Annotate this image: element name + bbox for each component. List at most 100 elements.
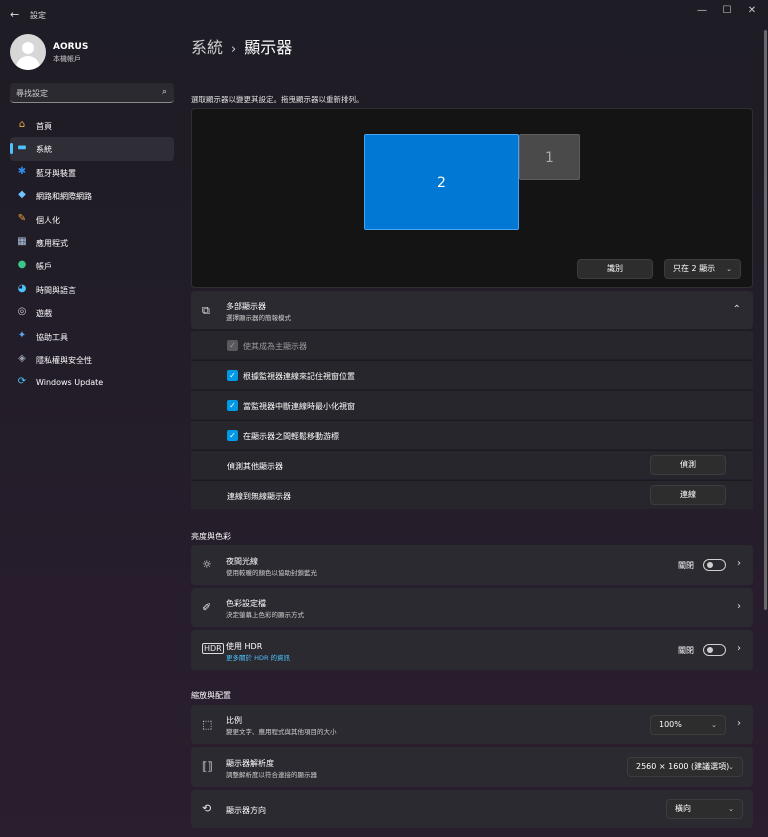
orientation-icon: ⟲	[202, 802, 212, 815]
sidebar-item-accessibility[interactable]: ✦ 協助工具	[10, 325, 174, 348]
wireless-display-row: 連線到無線顯示器 連線	[191, 480, 753, 509]
back-arrow-icon[interactable]: ←	[10, 8, 19, 21]
orientation-card[interactable]: ⟲ 顯示器方向 橫向 ⌄	[191, 790, 753, 828]
multiple-displays-title: 多部顯示器	[226, 302, 266, 311]
accessibility-icon: ✦	[17, 329, 27, 341]
wireless-display-label: 連線到無線顯示器	[227, 492, 291, 501]
resolution-card[interactable]: ⟦⟧ 顯示器解析度 調整解析度以符合連接的顯示器 2560 × 1600 (建議…	[191, 747, 753, 787]
ease-cursor-checkbox[interactable]: ✓	[227, 430, 238, 441]
breadcrumb: 系統 › 顯示器	[191, 34, 292, 58]
chevron-right-icon[interactable]: ›	[737, 718, 741, 729]
page-title: 顯示器	[244, 38, 293, 57]
sidebar-item-wifi[interactable]: ◆ 網路和網際網路	[10, 184, 174, 207]
close-button[interactable]: ✕	[742, 4, 762, 18]
chevron-right-icon[interactable]: ›	[737, 601, 741, 612]
sidebar-item-label: 帳戶	[36, 262, 52, 272]
orientation-title: 顯示器方向	[226, 806, 266, 815]
hdr-info-link[interactable]: 更多關於 HDR 的資訊	[226, 652, 290, 662]
night-light-subtitle: 使用較暖的顏色以協助封鎖藍光	[226, 569, 317, 577]
scale-title: 比例	[226, 716, 242, 725]
sidebar-item-gamepad[interactable]: ◎ 遊戲	[10, 301, 174, 324]
chevron-right-icon[interactable]: ›	[737, 558, 741, 569]
sidebar-item-account[interactable]: ● 帳戶	[10, 254, 174, 277]
minimize-windows-row[interactable]: ✓ 當監視器中斷連線時最小化視窗	[191, 390, 753, 419]
breadcrumb-chevron-icon: ›	[231, 42, 237, 57]
resolution-dropdown[interactable]: 2560 × 1600 (建議選項) ⌄	[627, 757, 743, 777]
chevron-right-icon[interactable]: ›	[737, 643, 741, 654]
hdr-icon: HDR	[202, 643, 224, 654]
scale-subtitle: 變更文字、應用程式與其他項目的大小	[226, 728, 337, 736]
orientation-dropdown[interactable]: 橫向 ⌄	[666, 799, 743, 819]
apps-icon: ▦	[17, 235, 27, 247]
toggle-knob	[707, 647, 713, 653]
sidebar-item-globe-clock[interactable]: ◕ 時間與語言	[10, 278, 174, 301]
sidebar-item-label: 應用程式	[36, 238, 68, 248]
settings-window: ← 設定 — ☐ ✕ AORUS 本機帳戶 尋找設定 ⌕ ⌂ 首頁 ▬ 系統 ✱ 藍牙與裝…	[0, 0, 768, 837]
ease-cursor-row[interactable]: ✓ 在顯示器之間輕鬆移動游標	[191, 420, 753, 449]
search-box[interactable]: 尋找設定 ⌕	[10, 83, 174, 103]
connect-button[interactable]: 連線	[650, 485, 726, 505]
sidebar-nav: ⌂ 首頁 ▬ 系統 ✱ 藍牙與裝置 ◆ 網路和網際網路 ✎ 個人化 ▦ 應用程式 ● 帳戶 ◕ 時間與語言 ◎ 遊…	[10, 114, 174, 395]
color-profile-card[interactable]: ✐ 色彩設定檔 決定螢幕上色彩的顯示方式 ›	[191, 588, 753, 627]
sidebar-item-label: 網路和網際網路	[36, 192, 92, 202]
sidebar-item-label: 協助工具	[36, 332, 68, 342]
hdr-card[interactable]: HDR 使用 HDR 更多關於 HDR 的資訊 關閉 ›	[191, 630, 753, 670]
detect-button[interactable]: 偵測	[650, 455, 726, 475]
monitor-2[interactable]: 2	[364, 134, 519, 230]
chevron-down-icon: ⌄	[728, 805, 734, 813]
sidebar-item-label: 個人化	[36, 215, 60, 225]
avatar[interactable]	[10, 34, 46, 70]
sidebar-item-brush[interactable]: ✎ 個人化	[10, 208, 174, 231]
detect-displays-row: 偵測其他顯示器 偵測	[191, 450, 753, 479]
night-light-card[interactable]: ☼ 夜間光線 使用較暖的顏色以協助封鎖藍光 關閉 ›	[191, 545, 753, 585]
display-mode-value: 只在 2 顯示	[673, 264, 716, 273]
make-main-label: 使其成為主顯示器	[243, 342, 307, 351]
maximize-button[interactable]: ☐	[717, 4, 737, 18]
chevron-down-icon: ⌄	[728, 763, 734, 771]
profile-account-type: 本機帳戶	[53, 55, 81, 63]
sidebar-item-update[interactable]: ⟳ Windows Update	[10, 371, 174, 394]
night-light-toggle[interactable]	[703, 559, 726, 571]
display-arrangement-canvas[interactable]: 2 1 識別 只在 2 顯示 ⌄	[191, 108, 753, 288]
ease-cursor-label: 在顯示器之間輕鬆移動游標	[243, 432, 339, 441]
identify-button[interactable]: 識別	[577, 259, 653, 279]
search-input[interactable]: 尋找設定	[16, 88, 48, 99]
resolution-value: 2560 × 1600 (建議選項)	[636, 762, 730, 771]
sidebar-item-shield[interactable]: ◈ 隱私權與安全性	[10, 348, 174, 371]
minimize-windows-label: 當監視器中斷連線時最小化視窗	[243, 402, 355, 411]
color-profile-subtitle: 決定螢幕上色彩的顯示方式	[226, 611, 304, 619]
hdr-toggle[interactable]	[703, 644, 726, 656]
display-mode-dropdown[interactable]: 只在 2 顯示 ⌄	[664, 259, 741, 279]
sidebar-item-label: 遊戲	[36, 309, 52, 319]
scale-icon: ⬚	[202, 718, 213, 731]
account-icon: ●	[17, 259, 27, 271]
sidebar-item-bluetooth[interactable]: ✱ 藍牙與裝置	[10, 161, 174, 184]
scale-section-heading: 縮放與配置	[191, 691, 231, 700]
resolution-icon: ⟦⟧	[202, 760, 213, 773]
sidebar-item-apps[interactable]: ▦ 應用程式	[10, 231, 174, 254]
night-light-state: 關閉	[678, 561, 694, 570]
detect-displays-label: 偵測其他顯示器	[227, 462, 283, 471]
sidebar-item-system[interactable]: ▬ 系統	[10, 137, 174, 161]
scrollbar[interactable]	[764, 30, 767, 610]
brightness-section-heading: 亮度與色彩	[191, 532, 231, 541]
breadcrumb-parent[interactable]: 系統	[191, 38, 223, 57]
chevron-down-icon: ⌄	[726, 265, 732, 273]
title-bar: ← 設定 — ☐ ✕	[0, 0, 768, 28]
toggle-knob	[707, 562, 713, 568]
minimize-windows-checkbox[interactable]: ✓	[227, 400, 238, 411]
chevron-up-icon[interactable]: ⌃	[733, 304, 741, 315]
remember-window-row[interactable]: ✓ 根據監視器連線來記住視窗位置	[191, 360, 753, 389]
night-light-title: 夜間光線	[226, 557, 258, 566]
sidebar-item-label: 時間與語言	[36, 285, 76, 295]
monitor-1[interactable]: 1	[519, 134, 580, 180]
multiple-displays-card[interactable]: ⧉ 多部顯示器 選擇顯示器的簡報模式 ⌃	[191, 291, 753, 329]
scale-dropdown[interactable]: 100% ⌄	[650, 715, 726, 735]
sun-icon: ☼	[202, 558, 212, 571]
scale-card[interactable]: ⬚ 比例 變更文字、應用程式與其他項目的大小 100% ⌄ ›	[191, 705, 753, 744]
sidebar-item-home[interactable]: ⌂ 首頁	[10, 114, 174, 137]
remember-window-checkbox[interactable]: ✓	[227, 370, 238, 381]
sidebar-item-label: 藍牙與裝置	[36, 168, 76, 178]
search-icon[interactable]: ⌕	[162, 87, 167, 97]
minimize-button[interactable]: —	[692, 4, 712, 18]
